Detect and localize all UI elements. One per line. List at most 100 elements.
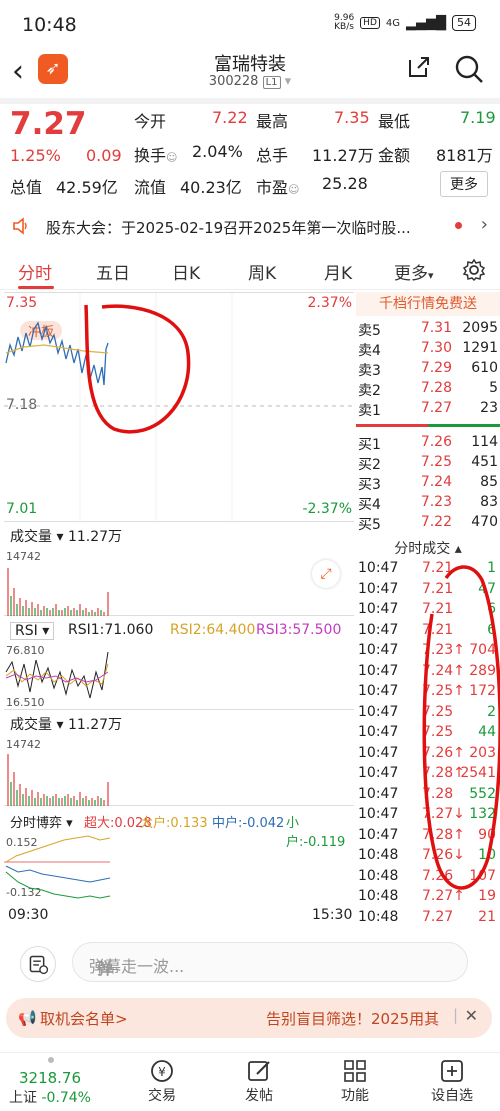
volume-panel[interactable]: 成交量 ▾ 11.27万 14742 ⤢ — [4, 524, 354, 616]
volume-value: 11.27万 — [312, 146, 374, 165]
nav-post[interactable]: 发帖 — [219, 1055, 299, 1105]
index-name: 上证 — [9, 1090, 37, 1106]
promo-right-text: 告别盲目筛选！2025用其 — [266, 1010, 440, 1028]
trade-time: 10:47 — [358, 703, 399, 720]
grid-icon — [344, 1060, 366, 1082]
hd-icon: HD — [360, 17, 380, 29]
volume-label: 总手 — [256, 146, 289, 165]
tab-intraday[interactable]: 分时 — [18, 259, 52, 284]
danmu-button[interactable]: 弹 — [89, 953, 121, 985]
promo-banner[interactable]: 📢 取机会名单> 告别盲目筛选！2025用其 | ✕ — [6, 998, 492, 1038]
trade-time: 10:47 — [358, 642, 399, 658]
announcement-bar[interactable]: 股东大会：于2025-02-19召开2025年第一次临时股... › — [0, 206, 500, 246]
tab-weekly[interactable]: 周K — [248, 259, 276, 284]
rsi-panel[interactable]: RSI ▾ RSI1:71.060 RSI2:64.400 RSI3:57.50… — [4, 618, 354, 710]
active-tab-indicator — [18, 286, 54, 289]
status-time: 10:48 — [22, 14, 77, 36]
stock-code: 300228 — [208, 74, 259, 89]
index-pct: -0.74% — [41, 1090, 91, 1106]
big-value: 大户:0.133 — [140, 816, 208, 831]
gear-icon[interactable] — [462, 258, 486, 282]
bid-row: 买2 7.25 451 — [358, 454, 498, 473]
unread-dot — [455, 222, 462, 229]
high-label: 最高 — [256, 112, 289, 131]
comment-bar: 弹幕走一波... 弹 — [0, 940, 500, 984]
tab-more[interactable]: 更多▾ — [394, 259, 434, 284]
nav-add-watchlist[interactable]: 设自选 — [412, 1055, 492, 1105]
pe-value: 25.28 — [322, 174, 368, 193]
fund-flow-panel[interactable]: 分时博弈 ▾ 超大:0.028 大户:0.133 中户:-0.042 小户:-0… — [4, 808, 354, 906]
volume-title: 成交量 ▾ 11.27万 — [10, 529, 123, 545]
nav-functions[interactable]: 功能 — [315, 1055, 395, 1105]
level-badge: L1 — [262, 76, 281, 89]
danmu-input[interactable]: 弹幕走一波... 弹 — [72, 942, 468, 982]
annotation-ellipse — [422, 565, 500, 890]
ask-row: 卖5 7.31 2095 — [358, 320, 498, 339]
bid-row: 买3 7.24 85 — [358, 474, 498, 493]
trade-icon: ¥ — [151, 1060, 173, 1082]
rsi3-value: RSI3:57.500 — [256, 622, 342, 638]
mktcap-value: 42.59亿 — [56, 178, 118, 197]
trade-time: 10:47 — [358, 621, 399, 638]
last-price: 7.27 — [10, 106, 87, 142]
nav-functions-label: 功能 — [341, 1088, 369, 1104]
signal-icon: ▂▄▆█ — [406, 15, 446, 31]
svg-text:¥: ¥ — [158, 1065, 166, 1079]
speaker-icon — [13, 217, 27, 235]
volume-panel-2[interactable]: 成交量 ▾ 11.27万 14742 — [4, 712, 354, 806]
depth-promo[interactable]: 千档行情免费送 — [356, 292, 500, 316]
tab-monthly[interactable]: 月K — [324, 259, 352, 284]
fund-flow-lines — [4, 835, 111, 899]
trades-header[interactable]: 分时成交 ▴ — [356, 538, 500, 558]
network-type: 4G — [385, 17, 400, 29]
ask-row: 卖3 7.29 610 — [358, 360, 498, 379]
megaphone-icon: 📢 — [18, 1009, 37, 1027]
price-line-chart — [4, 293, 354, 523]
nav-post-label: 发帖 — [245, 1088, 273, 1104]
order-book: 千档行情免费送 卖5 7.31 2095 卖4 7.30 1291 卖3 7.29 610 … — [356, 292, 500, 928]
network-speed: 9.96 KB/s — [334, 13, 355, 32]
search-icon[interactable] — [454, 54, 484, 84]
low-value: 7.19 — [460, 108, 496, 127]
bid-row: 买4 7.23 83 — [358, 494, 498, 513]
tab-daily[interactable]: 日K — [172, 259, 200, 284]
nav-trade[interactable]: ¥ 交易 — [122, 1055, 202, 1105]
trade-time: 10:47 — [358, 785, 399, 802]
open-value: 7.22 — [212, 108, 248, 127]
status-icons: 9.96 KB/s HD 4G ▂▄▆█ 54 — [334, 14, 476, 32]
trade-time: 10:48 — [358, 847, 399, 863]
rsi2-value: RSI2:64.400 — [170, 622, 256, 638]
high-value: 7.35 — [334, 108, 370, 127]
trade-time: 10:47 — [358, 765, 399, 781]
trade-time: 10:47 — [358, 560, 399, 576]
trade-time: 10:47 — [358, 724, 399, 740]
chevron-right-icon[interactable]: › — [481, 214, 488, 235]
change-percent: 1.25% — [10, 146, 61, 165]
more-button[interactable]: 更多 — [440, 171, 488, 197]
index-ticker[interactable]: 3218.76 上证 -0.74% — [0, 1055, 100, 1107]
close-icon[interactable]: ✕ — [465, 1006, 478, 1025]
trade-time: 10:47 — [358, 826, 399, 843]
low-label: 最低 — [378, 112, 411, 131]
volume-bars — [7, 568, 109, 616]
rsi-lines — [5, 651, 109, 699]
fund-flow-selector[interactable]: 分时博弈 ▾ — [10, 812, 73, 831]
bid-row: 买5 7.22 470 — [358, 514, 498, 533]
trade-time: 10:48 — [358, 867, 399, 884]
ask-row: 卖1 7.27 23 — [358, 400, 498, 419]
index-value: 3218.76 — [18, 1069, 82, 1087]
amount-value: 8181万 — [436, 146, 493, 165]
promo-divider: | — [452, 1006, 458, 1024]
quote-panel: 7.27 1.25% 0.09 今开 7.22 最高 7.35 最低 7.19 … — [0, 104, 500, 200]
float-label: 流值 — [134, 178, 167, 197]
trade-time: 10:47 — [358, 601, 399, 617]
list-settings-icon[interactable] — [20, 946, 56, 982]
tab-5day[interactable]: 五日 — [96, 259, 130, 284]
battery-icon: 54 — [452, 15, 476, 31]
share-icon[interactable] — [406, 54, 432, 80]
intraday-chart[interactable]: 7.35 2.37% 7.18 7.01 -2.37% 冲板 — [4, 292, 354, 523]
mid-value: 中户:-0.042 — [212, 816, 285, 831]
rsi-selector[interactable]: RSI ▾ — [10, 622, 55, 640]
float-value: 40.23亿 — [180, 178, 242, 197]
turnover-value: 2.04% — [192, 142, 243, 161]
